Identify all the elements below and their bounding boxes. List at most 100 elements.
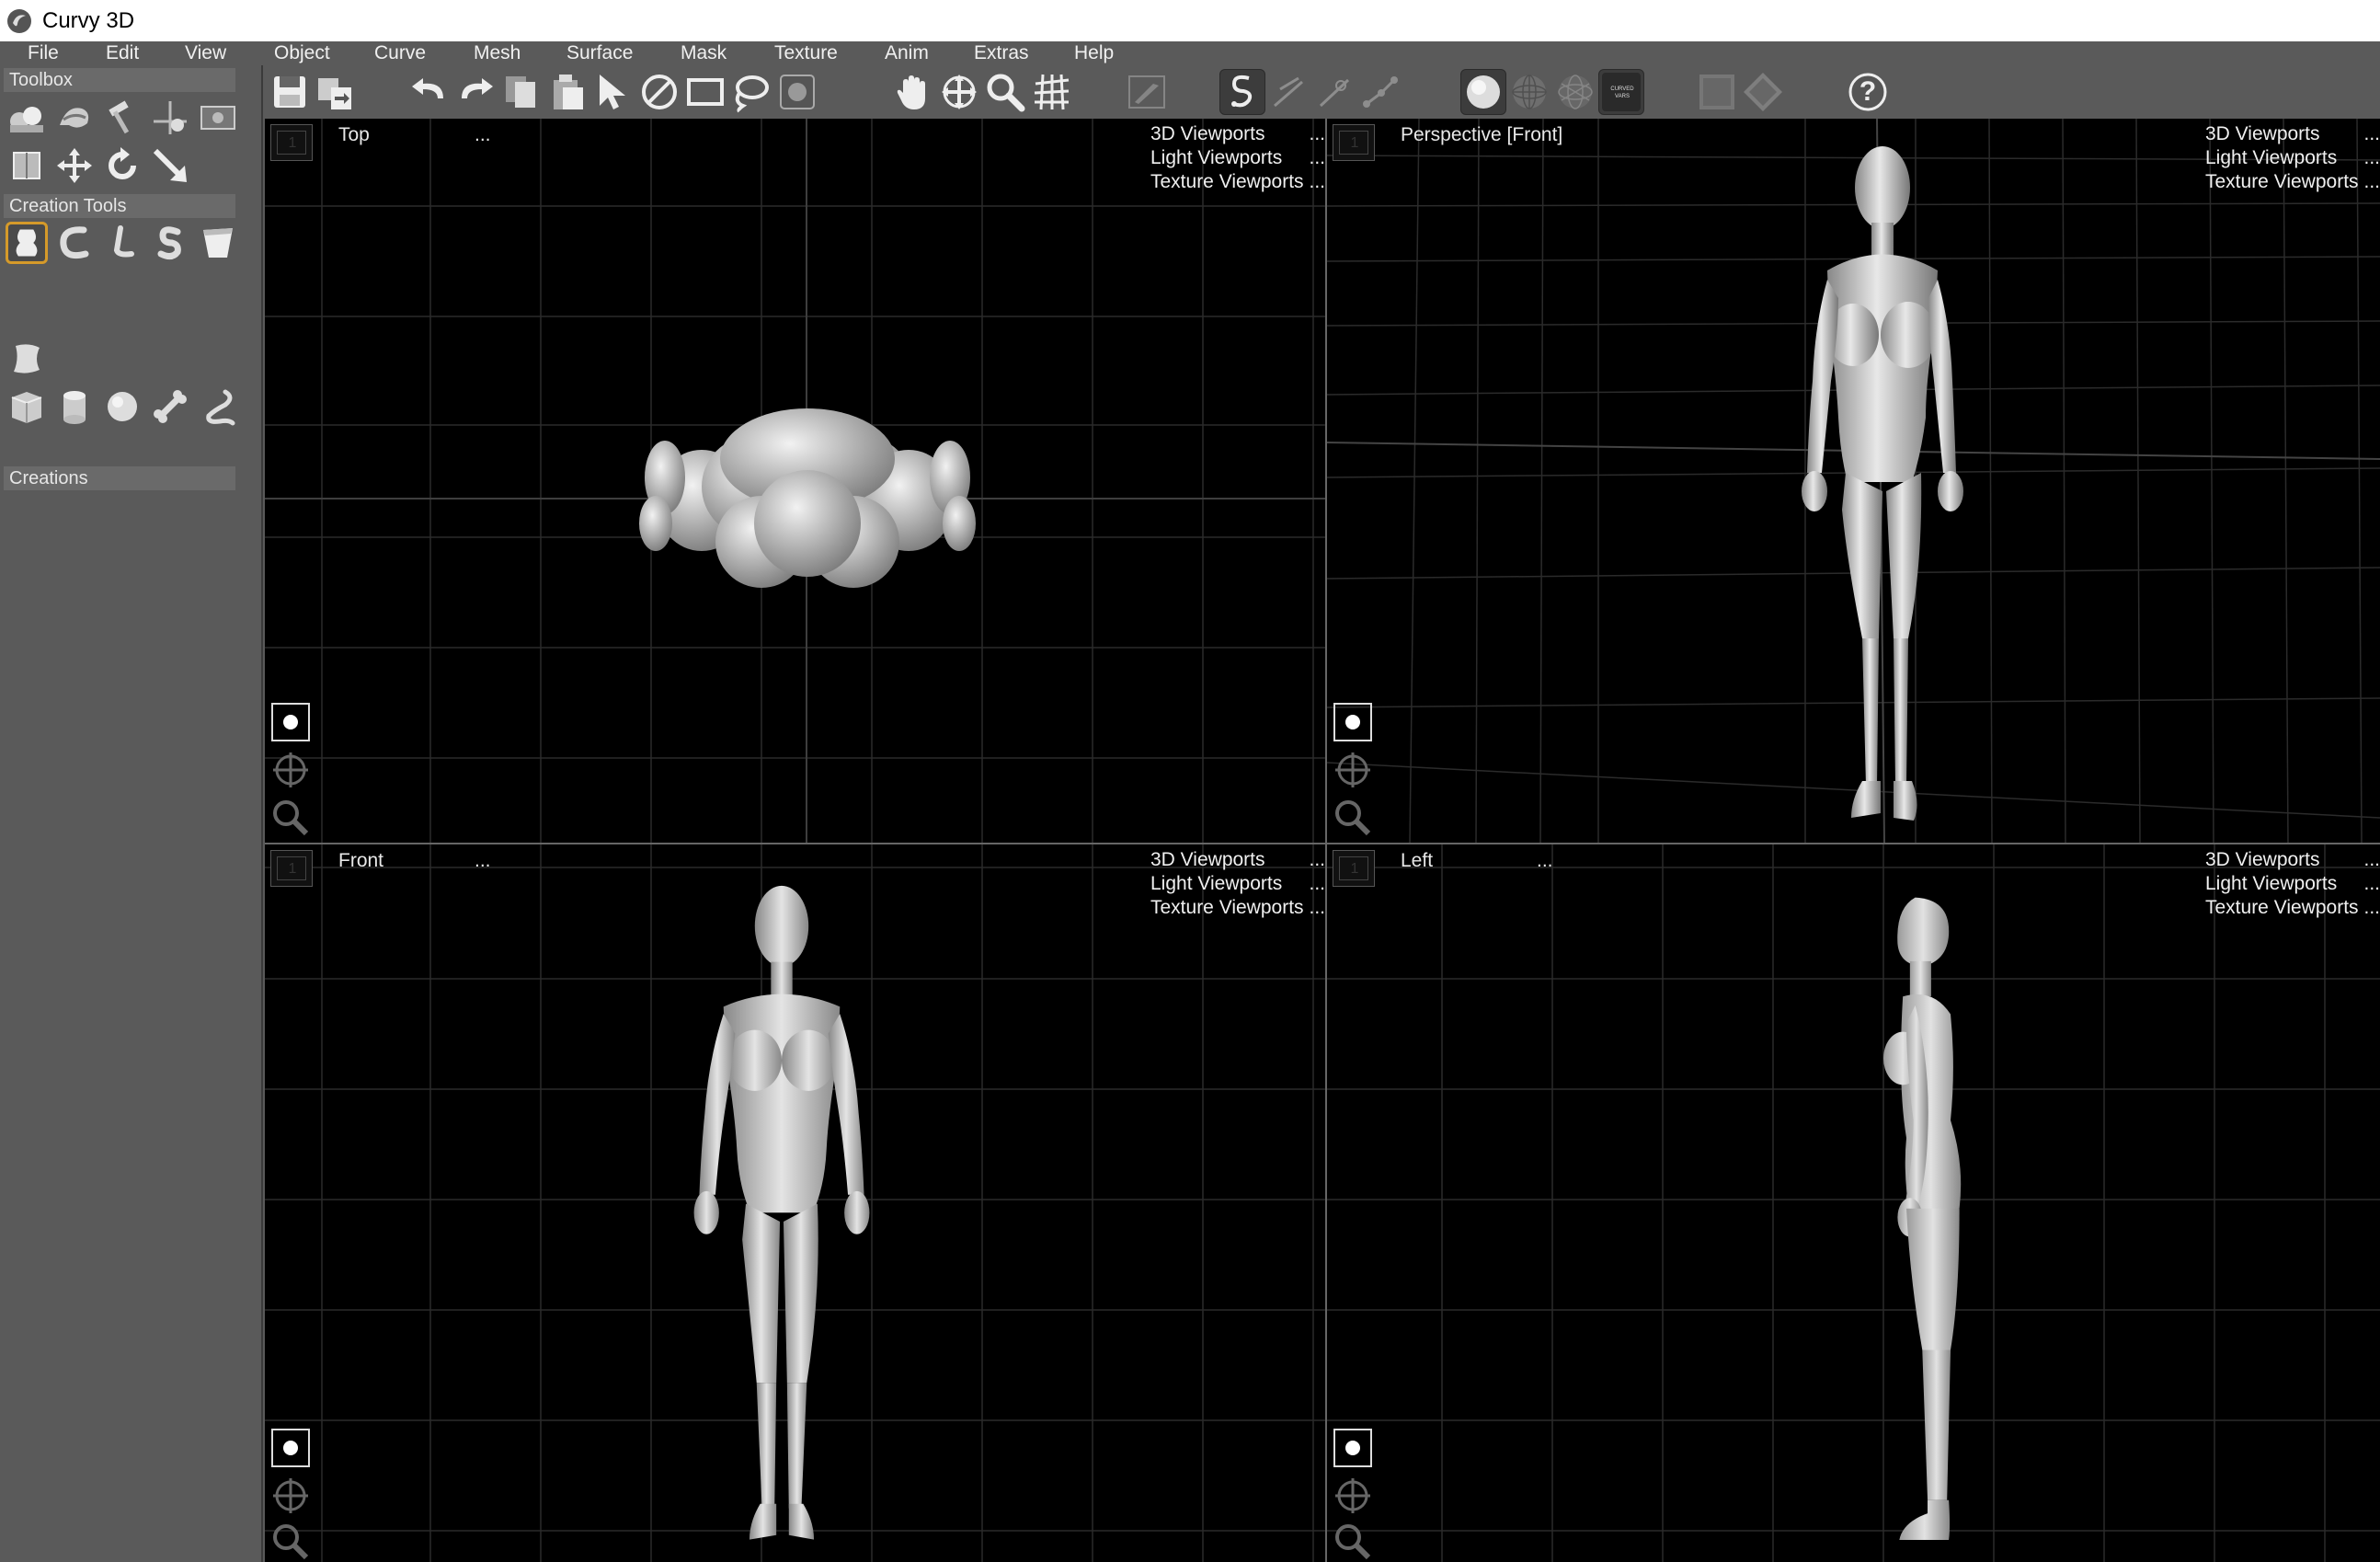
rect-select-button[interactable] — [682, 69, 728, 115]
snapshot-button[interactable] — [774, 69, 820, 115]
sphere-primitive-tool[interactable] — [101, 385, 143, 428]
menu-view[interactable]: View — [185, 41, 226, 65]
pivot-tool[interactable] — [149, 97, 191, 139]
viewport-menu-more[interactable]: ... — [2363, 122, 2380, 146]
undo-button[interactable] — [406, 69, 452, 115]
viewport-menu-more[interactable]: ... — [1309, 896, 1325, 920]
pan-button[interactable] — [890, 69, 936, 115]
shaded-view-button[interactable] — [1460, 69, 1506, 115]
add-point-button[interactable] — [1311, 69, 1357, 115]
menu-light-viewports[interactable]: Light Viewports... — [2205, 872, 2380, 896]
viewport-menu-more[interactable]: ... — [2363, 170, 2380, 194]
viewport-front[interactable]: 1 Front ... 3D Viewports... Light Viewpo… — [265, 844, 1325, 1562]
viewport-center-button[interactable] — [269, 700, 313, 744]
bone-primitive-tool[interactable] — [149, 385, 191, 428]
viewport-center-button[interactable] — [1331, 700, 1375, 744]
spiral-tube-tool[interactable] — [197, 385, 239, 428]
viewport-menu-more[interactable]: ... — [2363, 848, 2380, 872]
viewport-layout-toggle[interactable]: 1 — [270, 124, 313, 161]
viewport-top[interactable]: 1 Top ... 3D Viewports... Light Viewport… — [265, 119, 1325, 843]
menu-3d-viewports[interactable]: 3D Viewports... — [2205, 122, 2380, 146]
viewport-options-button[interactable]: ... — [1537, 850, 1553, 872]
zoom-button[interactable] — [982, 69, 1028, 115]
image-plane-tool[interactable] — [197, 97, 239, 139]
menu-mesh[interactable]: Mesh — [474, 41, 521, 65]
bent-tube-tool[interactable] — [101, 222, 143, 264]
viewport-menu-more[interactable]: ... — [1309, 872, 1325, 896]
menu-surface[interactable]: Surface — [566, 41, 633, 65]
redo-button[interactable] — [452, 69, 498, 115]
copy-button[interactable] — [498, 69, 544, 115]
cube-primitive-tool[interactable] — [6, 385, 48, 428]
menu-edit[interactable]: Edit — [106, 41, 139, 65]
menu-texture[interactable]: Texture — [774, 41, 838, 65]
draw-line-button[interactable] — [1265, 69, 1311, 115]
menu-mask[interactable]: Mask — [681, 41, 727, 65]
menu-3d-viewports[interactable]: 3D Viewports... — [2205, 848, 2380, 872]
export-button[interactable] — [313, 69, 359, 115]
deselect-button[interactable] — [636, 69, 682, 115]
viewport-center-button[interactable] — [269, 1426, 313, 1470]
lathe-tool[interactable] — [6, 222, 48, 264]
box-transform-tool[interactable] — [6, 144, 48, 187]
curve-nodes-button[interactable] — [1357, 69, 1403, 115]
wireframe-view-button[interactable] — [1506, 69, 1552, 115]
menu-anim[interactable]: Anim — [885, 41, 929, 65]
menu-light-viewports[interactable]: Light Viewports... — [1150, 872, 1325, 896]
viewport-layout-toggle[interactable]: 1 — [270, 850, 313, 887]
scale-tool[interactable] — [149, 144, 191, 187]
viewport-menu-more[interactable]: ... — [2363, 896, 2380, 920]
menu-help[interactable]: Help — [1074, 41, 1114, 65]
menu-3d-viewports[interactable]: 3D Viewports... — [1150, 122, 1325, 146]
menu-texture-viewports[interactable]: Texture Viewports... — [1150, 896, 1325, 920]
mirror-toggle-button[interactable] — [1740, 69, 1786, 115]
move-tool[interactable] — [53, 144, 96, 187]
viewport-orbit-button[interactable] — [1331, 1474, 1375, 1518]
merge-objects-tool[interactable] — [6, 97, 48, 139]
viewport-splitter-horizontal[interactable] — [265, 843, 2380, 844]
menu-3d-viewports[interactable]: 3D Viewports... — [1150, 848, 1325, 872]
viewport-zoom-button[interactable] — [1331, 1520, 1375, 1562]
menu-object[interactable]: Object — [274, 41, 330, 65]
paste-button[interactable] — [544, 69, 590, 115]
viewport-layout-toggle[interactable]: 1 — [1333, 124, 1375, 161]
curved-vars-button[interactable]: CURVED VARS — [1598, 69, 1644, 115]
viewport-zoom-button[interactable] — [269, 1520, 313, 1562]
viewport-orbit-button[interactable] — [269, 748, 313, 792]
menu-extras[interactable]: Extras — [974, 41, 1029, 65]
viewport-orbit-button[interactable] — [1331, 748, 1375, 792]
s-shape-tool[interactable] — [149, 222, 191, 264]
cylinder-primitive-tool[interactable] — [53, 385, 96, 428]
shaded-wireframe-button[interactable] — [1552, 69, 1598, 115]
menu-light-viewports[interactable]: Light Viewports... — [1150, 146, 1325, 170]
viewport-left[interactable]: 1 Left ... 3D Viewports... Light Viewpor… — [1327, 844, 2380, 1562]
viewport-perspective[interactable]: 1 Perspective [Front] 3D Viewports... Li… — [1327, 119, 2380, 843]
viewport-menu-more[interactable]: ... — [2363, 872, 2380, 896]
viewport-options-button[interactable]: ... — [475, 124, 491, 146]
hammer-tool[interactable] — [101, 97, 143, 139]
surface-patch-tool[interactable] — [6, 338, 48, 380]
select-button[interactable] — [590, 69, 636, 115]
viewport-menu-more[interactable]: ... — [1309, 170, 1325, 194]
viewport-zoom-button[interactable] — [1331, 796, 1375, 840]
help-button[interactable]: ? — [1845, 69, 1891, 115]
menu-texture-viewports[interactable]: Texture Viewports... — [2205, 170, 2380, 194]
viewport-menu-more[interactable]: ... — [1309, 122, 1325, 146]
viewport-menu-more[interactable]: ... — [2363, 146, 2380, 170]
edit-curve-button[interactable] — [1124, 69, 1170, 115]
viewport-zoom-button[interactable] — [269, 796, 313, 840]
rotate-tool[interactable] — [101, 144, 143, 187]
draw-curve-button[interactable] — [1219, 69, 1265, 115]
menu-texture-viewports[interactable]: Texture Viewports... — [2205, 896, 2380, 920]
orbit-button[interactable] — [936, 69, 982, 115]
menu-file[interactable]: File — [28, 41, 59, 65]
viewport-orbit-button[interactable] — [269, 1474, 313, 1518]
curve-tube-tool[interactable] — [53, 222, 96, 264]
viewport-menu-more[interactable]: ... — [1309, 848, 1325, 872]
grid-toggle-button[interactable] — [1028, 69, 1074, 115]
menu-texture-viewports[interactable]: Texture Viewports... — [1150, 170, 1325, 194]
save-button[interactable] — [267, 69, 313, 115]
menu-curve[interactable]: Curve — [374, 41, 426, 65]
viewport-layout-toggle[interactable]: 1 — [1333, 850, 1375, 887]
deform-tool[interactable] — [53, 97, 96, 139]
